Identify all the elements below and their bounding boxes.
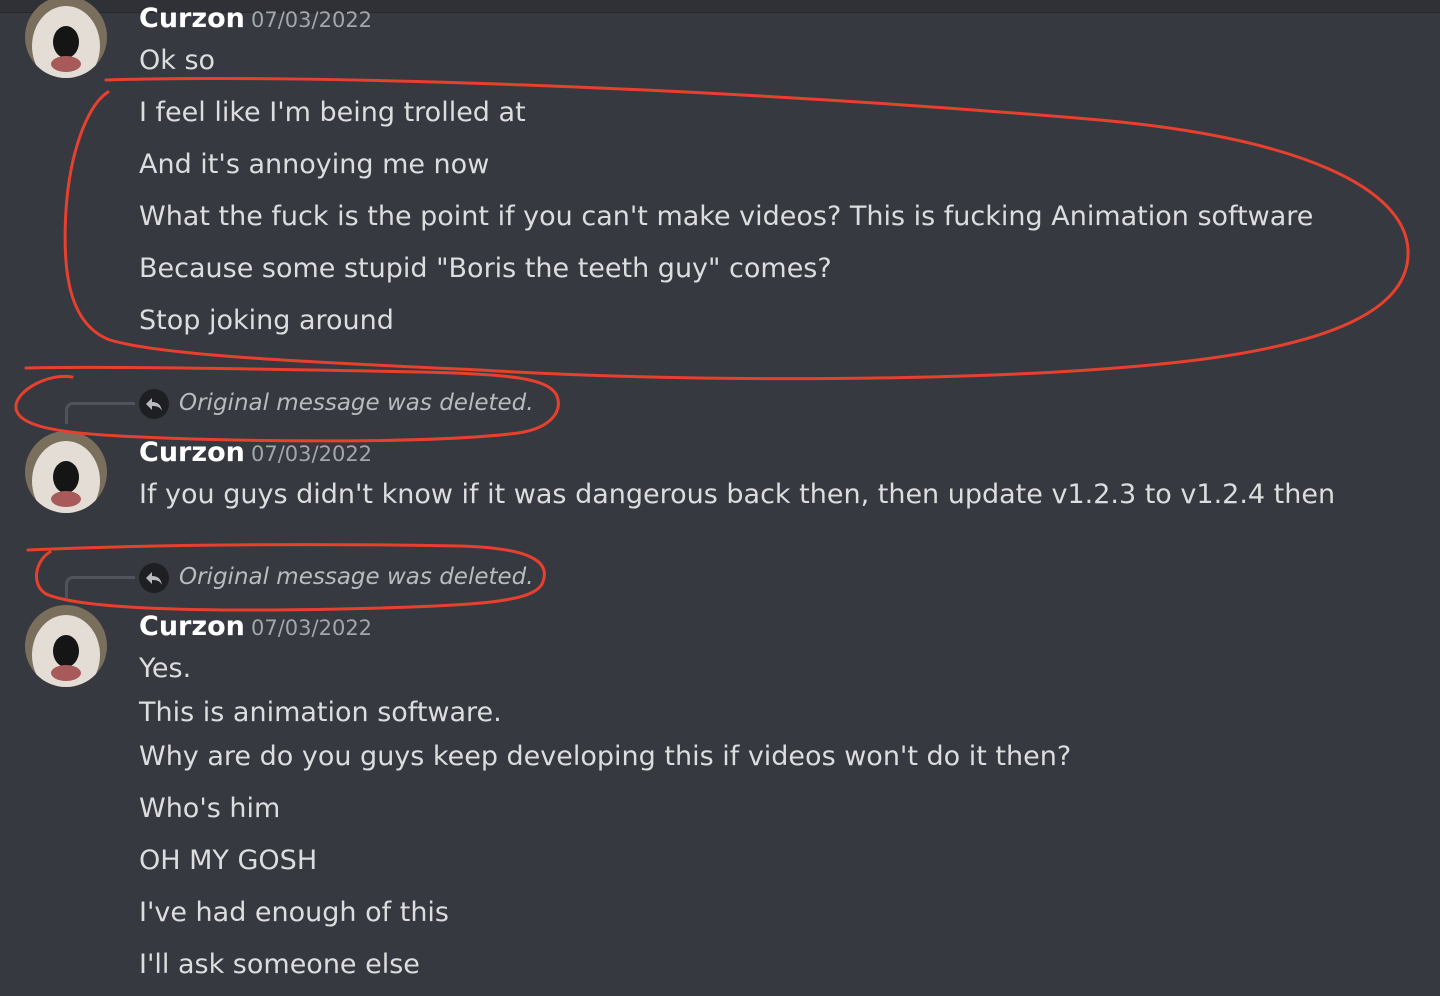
message-line: I'll ask someone else [139, 949, 420, 980]
reply-arrow-icon [139, 389, 169, 419]
user-avatar[interactable] [25, 605, 107, 687]
user-avatar[interactable] [25, 431, 107, 513]
message-line: Who's him [139, 793, 281, 824]
reply-arrow-icon [139, 563, 169, 593]
message-author[interactable]: Curzon [139, 613, 245, 640]
message-author[interactable]: Curzon [139, 5, 245, 32]
message-timestamp: 07/03/2022 [251, 442, 373, 466]
message-line: What the fuck is the point if you can't … [139, 201, 1314, 232]
message-line: Yes. [139, 653, 192, 684]
user-avatar[interactable] [25, 0, 107, 78]
message-line: Ok so [139, 45, 216, 76]
message-line: I feel like I'm being trolled at [139, 97, 526, 128]
message-line: Stop joking around [139, 305, 394, 336]
message-line: This is animation software. [139, 697, 502, 728]
message-author[interactable]: Curzon [139, 439, 245, 466]
reply-connector [65, 402, 135, 424]
reply-deleted-text[interactable]: Original message was deleted. [179, 566, 534, 589]
message-line: Because some stupid "Boris the teeth guy… [139, 253, 832, 284]
message-line: I've had enough of this [139, 897, 449, 928]
message-line: And it's annoying me now [139, 149, 490, 180]
message-line: If you guys didn't know if it was danger… [139, 479, 1336, 510]
reply-deleted-text[interactable]: Original message was deleted. [179, 392, 534, 415]
message-timestamp: 07/03/2022 [251, 616, 373, 640]
message-line: Why are do you guys keep developing this… [139, 741, 1072, 772]
message-line: OH MY GOSH [139, 845, 318, 876]
reply-connector [65, 576, 135, 598]
message-timestamp: 07/03/2022 [251, 8, 373, 32]
